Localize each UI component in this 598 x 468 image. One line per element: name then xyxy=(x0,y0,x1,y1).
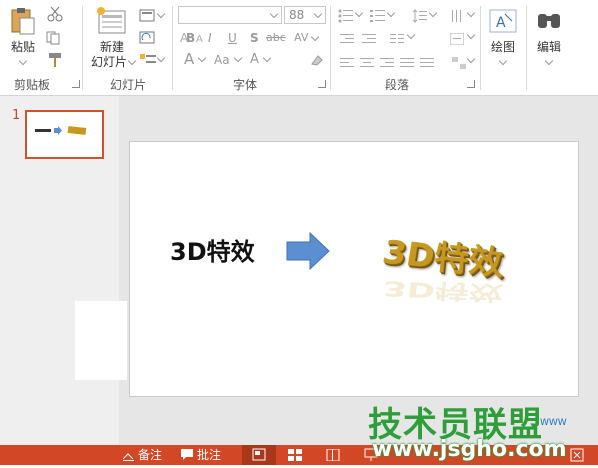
drawing-button-label[interactable]: 绘图 xyxy=(486,40,520,55)
bullets-dropdown-icon[interactable] xyxy=(354,8,364,18)
thumbnail-preview xyxy=(35,126,87,135)
divider xyxy=(330,6,331,90)
slides-group-label: 幻灯片 xyxy=(110,78,147,92)
paragraph-launcher-icon[interactable] xyxy=(467,80,475,88)
char-spacing-dropdown-icon[interactable] xyxy=(310,32,320,42)
slide-sorter-icon[interactable] xyxy=(288,449,302,461)
change-case-button[interactable]: Aa xyxy=(214,53,230,67)
italic-button[interactable]: I xyxy=(208,31,212,45)
format-painter-icon[interactable] xyxy=(47,52,63,68)
align-left-icon[interactable] xyxy=(340,54,354,67)
decrease-indent-icon[interactable] xyxy=(340,30,354,43)
comments-icon[interactable] xyxy=(181,449,193,460)
cut-icon[interactable] xyxy=(47,6,63,22)
new-slide-icon[interactable] xyxy=(96,6,128,36)
drawing-icon[interactable]: A xyxy=(488,6,518,36)
font-size-combo[interactable]: 88 xyxy=(284,6,326,24)
align-text-dropdown-icon[interactable] xyxy=(466,30,476,40)
paste-button-label[interactable]: 粘贴 xyxy=(8,40,38,55)
reset-icon[interactable] xyxy=(139,30,157,44)
editing-button-label[interactable]: 编辑 xyxy=(532,40,566,55)
smartart-icon[interactable] xyxy=(452,54,466,69)
columns-icon[interactable] xyxy=(390,30,404,43)
shadow-button[interactable]: S xyxy=(250,31,259,45)
ribbon: 粘贴 剪贴板 新建 幻灯片 幻灯片 88 A A B I U S abc AV … xyxy=(0,0,598,96)
increase-indent-icon[interactable] xyxy=(362,30,376,43)
highlight-dropdown-icon[interactable] xyxy=(262,53,272,63)
font-color-button[interactable]: A xyxy=(184,52,194,67)
right-arrow-icon[interactable] xyxy=(286,231,330,271)
clipboard-group-label: 剪贴板 xyxy=(14,78,51,92)
font-group-label: 字体 xyxy=(233,78,258,92)
font-launcher-icon[interactable] xyxy=(318,80,326,88)
new-slide-label-2[interactable]: 幻灯片 xyxy=(89,55,129,70)
normal-view-icon[interactable] xyxy=(242,445,276,465)
editing-dropdown-icon[interactable] xyxy=(544,56,554,66)
justify-icon[interactable] xyxy=(400,54,414,67)
watermark-small-text: WWW xyxy=(540,418,567,428)
divider xyxy=(480,6,481,90)
char-spacing-button[interactable]: AV xyxy=(294,31,308,45)
notes-button[interactable]: 备注 xyxy=(138,447,162,463)
smartart-dropdown-icon[interactable] xyxy=(466,54,476,64)
columns-dropdown-icon[interactable] xyxy=(406,30,416,40)
font-name-dropdown-icon[interactable] xyxy=(269,9,279,19)
binoculars-icon[interactable] xyxy=(534,6,564,36)
fit-to-window-icon[interactable] xyxy=(570,448,584,462)
distributed-icon[interactable] xyxy=(420,54,434,67)
text-direction-icon[interactable] xyxy=(450,8,466,22)
overlay-patch xyxy=(75,301,127,380)
font-size-dropdown-icon[interactable] xyxy=(313,9,323,19)
drawing-dropdown-icon[interactable] xyxy=(498,56,508,66)
copy-icon[interactable] xyxy=(46,30,64,45)
section-dropdown-icon[interactable] xyxy=(156,53,166,63)
text-direction-dropdown-icon[interactable] xyxy=(466,8,476,18)
divider xyxy=(526,6,527,90)
slide-number: 1 xyxy=(12,108,21,123)
slide-canvas[interactable] xyxy=(129,141,579,397)
paste-icon[interactable] xyxy=(10,6,36,36)
align-center-icon[interactable] xyxy=(360,54,374,67)
paste-dropdown-icon[interactable] xyxy=(18,56,28,66)
section-icon[interactable] xyxy=(139,52,157,66)
strikethrough-button[interactable]: abc xyxy=(266,31,286,45)
align-text-icon[interactable] xyxy=(449,30,465,46)
numbering-icon[interactable] xyxy=(370,8,386,22)
divider xyxy=(82,6,83,90)
shrink-font-icon[interactable]: A xyxy=(196,33,203,47)
paragraph-group-label: 段落 xyxy=(385,78,410,92)
clipboard-launcher-icon[interactable] xyxy=(72,80,80,88)
new-slide-dropdown-icon[interactable] xyxy=(127,56,137,66)
divider xyxy=(172,6,173,90)
reading-view-icon[interactable] xyxy=(326,448,340,462)
font-name-combo[interactable] xyxy=(178,6,282,24)
plain-text-box[interactable]: 3D特效 xyxy=(170,232,255,267)
align-right-icon[interactable] xyxy=(380,54,394,67)
bold-button[interactable]: B xyxy=(186,31,195,45)
comments-button[interactable]: 批注 xyxy=(197,447,221,463)
highlight-color-button[interactable]: A xyxy=(250,53,259,67)
bullets-icon[interactable] xyxy=(338,8,354,23)
font-size-value: 88 xyxy=(289,8,305,22)
change-case-dropdown-icon[interactable] xyxy=(233,53,243,63)
slide-thumbnail[interactable] xyxy=(25,110,104,159)
line-spacing-icon[interactable] xyxy=(412,8,428,23)
new-slide-label[interactable]: 新建 xyxy=(96,40,128,55)
svg-text:A: A xyxy=(496,15,506,31)
clear-format-icon[interactable] xyxy=(309,52,325,66)
underline-button[interactable]: U xyxy=(228,31,237,45)
watermark-url: www.jsgho.com xyxy=(372,437,567,462)
font-color-dropdown-icon[interactable] xyxy=(197,53,207,63)
line-spacing-dropdown-icon[interactable] xyxy=(428,8,438,18)
numbering-dropdown-icon[interactable] xyxy=(386,8,396,18)
layout-icon[interactable] xyxy=(139,8,159,22)
notes-icon[interactable] xyxy=(122,450,134,461)
